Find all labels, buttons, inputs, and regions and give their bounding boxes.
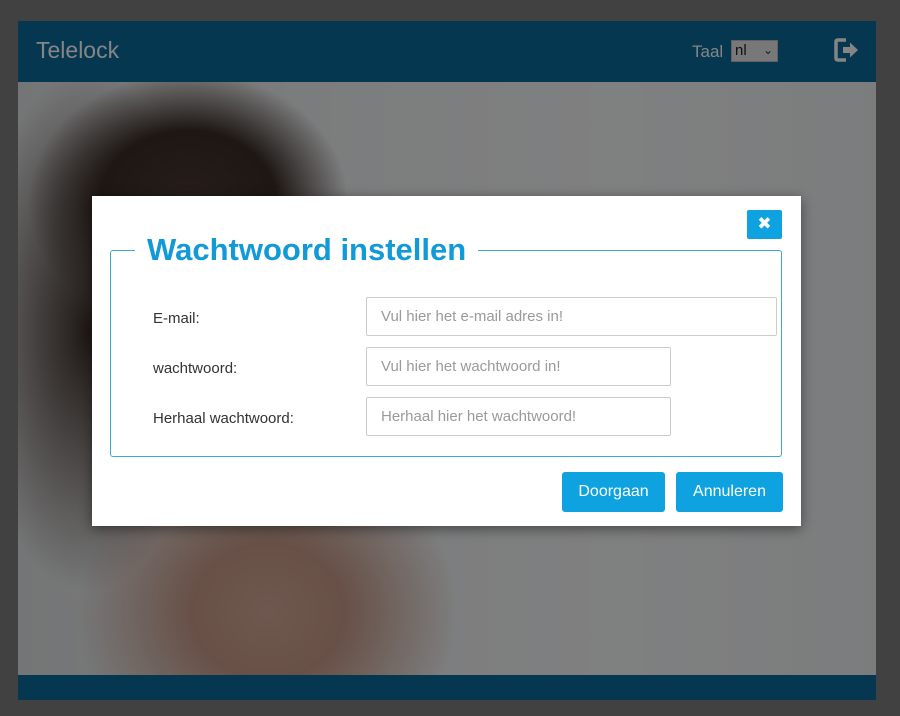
close-icon: ✖ bbox=[757, 214, 772, 233]
repeat-password-label: Herhaal wachtwoord: bbox=[153, 410, 294, 427]
password-form: Wachtwoord instellen E-mail: wachtwoord:… bbox=[110, 232, 782, 457]
dialog-title: Wachtwoord instellen bbox=[147, 232, 467, 267]
cancel-button[interactable]: Annuleren bbox=[676, 472, 783, 512]
repeat-password-input[interactable] bbox=[366, 397, 671, 436]
set-password-dialog: ✖ Wachtwoord instellen E-mail: wachtwoor… bbox=[92, 196, 801, 526]
email-label: E-mail: bbox=[153, 310, 200, 327]
continue-button[interactable]: Doorgaan bbox=[562, 472, 665, 512]
password-input[interactable] bbox=[366, 347, 671, 386]
password-label: wachtwoord: bbox=[153, 360, 238, 377]
email-input[interactable] bbox=[366, 297, 777, 336]
